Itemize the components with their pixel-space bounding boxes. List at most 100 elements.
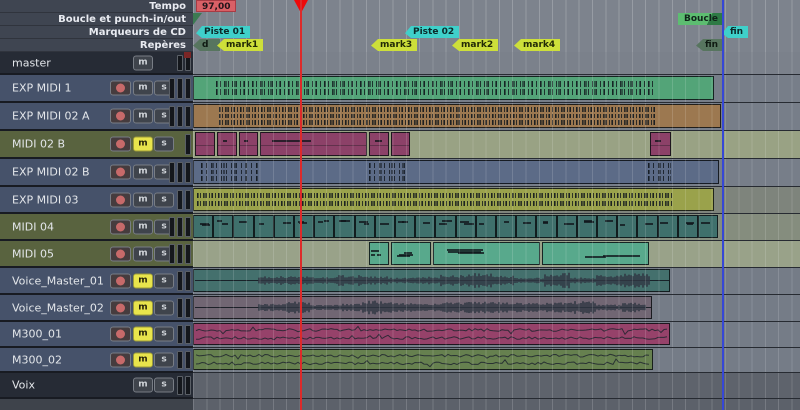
cd-marker-piste-02-1[interactable]: Piste 02	[405, 26, 460, 38]
track-lane-voice-master-02[interactable]	[193, 295, 800, 322]
horizontal-scroll-area[interactable]	[193, 399, 800, 410]
audio-region[interactable]	[193, 269, 670, 292]
track-header-voice-master-02[interactable]: Voice_Master_02 m s	[0, 295, 193, 322]
midi-region-block[interactable]	[314, 215, 335, 238]
track-lane-exp-midi-02-b[interactable]	[193, 159, 800, 187]
track-lane-midi-05[interactable]	[193, 241, 800, 268]
location-marker-mark3-2[interactable]: mark3	[371, 39, 418, 51]
track-lane-exp-midi-03[interactable]	[193, 187, 800, 214]
loop-start-marker[interactable]	[193, 13, 202, 25]
track-header-exp-midi-1[interactable]: EXP MIDI 1ms	[0, 75, 193, 103]
midi-region-block[interactable]	[475, 215, 496, 238]
midi-region-block[interactable]	[415, 215, 436, 238]
midi-region-block[interactable]	[391, 242, 431, 265]
solo-button[interactable]: s	[154, 300, 174, 315]
track-header-midi-04[interactable]: MIDI 04 m s	[0, 214, 193, 241]
midi-region-block[interactable]	[395, 215, 416, 238]
solo-button[interactable]: s	[154, 326, 174, 342]
midi-region-block[interactable]	[650, 132, 671, 156]
mute-button[interactable]: m	[133, 377, 153, 393]
midi-region-block[interactable]	[195, 132, 215, 156]
track-header-voice-master-01[interactable]: Voice_Master_01 m s	[0, 268, 193, 295]
ruler-lane-location-markers[interactable]: d mark1 mark3 mark2 mark4 fin	[193, 39, 800, 53]
midi-region-block[interactable]	[294, 215, 315, 238]
record-arm-button[interactable]	[110, 164, 131, 180]
ruler-lane-loop[interactable]: Boucle	[193, 13, 800, 27]
mute-button[interactable]: m	[133, 164, 153, 180]
midi-region-block[interactable]	[542, 242, 649, 265]
mute-button[interactable]: m	[133, 352, 153, 367]
midi-region-block[interactable]	[233, 215, 254, 238]
midi-region-block[interactable]	[213, 215, 234, 238]
midi-region[interactable]	[193, 76, 714, 100]
midi-region-block[interactable]	[435, 215, 456, 238]
track-lane-master[interactable]	[193, 52, 800, 75]
ruler-lane-cd-markers[interactable]: Piste 01 Piste 02 fin	[193, 26, 800, 40]
midi-region-block[interactable]	[455, 215, 476, 238]
record-arm-button[interactable]	[110, 300, 131, 315]
location-marker-fin-5[interactable]: fin	[696, 39, 724, 51]
midi-region[interactable]	[193, 104, 721, 128]
midi-region-block[interactable]	[536, 215, 557, 238]
midi-region-block[interactable]	[334, 215, 355, 238]
midi-region-block[interactable]	[556, 215, 577, 238]
track-header-m300-01[interactable]: M300_01 m s	[0, 322, 193, 348]
track-header-m300-02[interactable]: M300_02 m s	[0, 348, 193, 373]
record-arm-button[interactable]	[110, 108, 131, 124]
location-marker-mark4-4[interactable]: mark4	[514, 39, 561, 51]
midi-region-block[interactable]	[369, 242, 389, 265]
midi-region-block[interactable]	[657, 215, 678, 238]
location-marker-mark2-3[interactable]: mark2	[452, 39, 499, 51]
mute-button[interactable]: m	[133, 192, 153, 207]
track-lane-voice-master-01[interactable]	[193, 268, 800, 295]
midi-region-block[interactable]	[260, 132, 367, 156]
solo-button[interactable]: s	[154, 136, 174, 152]
midi-region-block[interactable]	[698, 215, 718, 238]
midi-region-block[interactable]	[637, 215, 658, 238]
record-arm-button[interactable]	[110, 326, 131, 342]
tempo-marker[interactable]: 97,00	[196, 0, 237, 12]
midi-region-block[interactable]	[217, 132, 237, 156]
solo-button[interactable]: s	[154, 273, 174, 288]
solo-button[interactable]: s	[154, 377, 174, 393]
record-arm-button[interactable]	[110, 352, 131, 367]
midi-region[interactable]	[193, 188, 714, 211]
mute-button[interactable]: m	[133, 55, 153, 70]
audio-region[interactable]	[193, 323, 670, 345]
mute-button[interactable]: m	[133, 273, 153, 288]
track-header-exp-midi-02-a[interactable]: EXP MIDI 02 Ams	[0, 103, 193, 131]
solo-button[interactable]: s	[154, 352, 174, 367]
midi-region-block[interactable]	[617, 215, 638, 238]
track-lane-exp-midi-1[interactable]	[193, 75, 800, 103]
audio-region[interactable]	[193, 349, 653, 370]
record-arm-button[interactable]	[110, 219, 131, 234]
track-lane-m300-01[interactable]	[193, 322, 800, 348]
ruler-lane-tempo[interactable]: 97,00	[193, 0, 800, 14]
track-header-midi-02-b[interactable]: MIDI 02 B ms	[0, 131, 193, 159]
track-lane-exp-midi-02-a[interactable]	[193, 103, 800, 131]
midi-region-block[interactable]	[391, 132, 410, 156]
midi-region[interactable]	[193, 160, 719, 184]
location-marker-mark1-1[interactable]: mark1	[217, 39, 264, 51]
audio-region[interactable]	[193, 296, 652, 319]
track-lane-voix[interactable]	[193, 373, 800, 399]
midi-region-block[interactable]	[516, 215, 537, 238]
midi-region-block[interactable]	[677, 215, 698, 238]
mute-button[interactable]: m	[133, 219, 153, 234]
track-header-exp-midi-02-b[interactable]: EXP MIDI 02 Bms	[0, 159, 193, 187]
midi-region-block[interactable]	[273, 215, 294, 238]
record-arm-button[interactable]	[110, 192, 131, 207]
midi-region-block[interactable]	[576, 215, 597, 238]
midi-region-block[interactable]	[597, 215, 618, 238]
track-lane-m300-02[interactable]	[193, 348, 800, 373]
midi-region-block[interactable]	[433, 242, 540, 265]
midi-region-block[interactable]	[253, 215, 274, 238]
midi-region-block[interactable]	[369, 132, 389, 156]
midi-region-block[interactable]	[354, 215, 375, 238]
cd-marker-piste-01-0[interactable]: Piste 01	[196, 26, 251, 38]
midi-region-block[interactable]	[496, 215, 517, 238]
mute-button[interactable]: m	[133, 80, 153, 96]
track-header-exp-midi-03[interactable]: EXP MIDI 03 m s	[0, 187, 193, 214]
mute-button[interactable]: m	[133, 300, 153, 315]
mute-button[interactable]: m	[133, 136, 153, 152]
